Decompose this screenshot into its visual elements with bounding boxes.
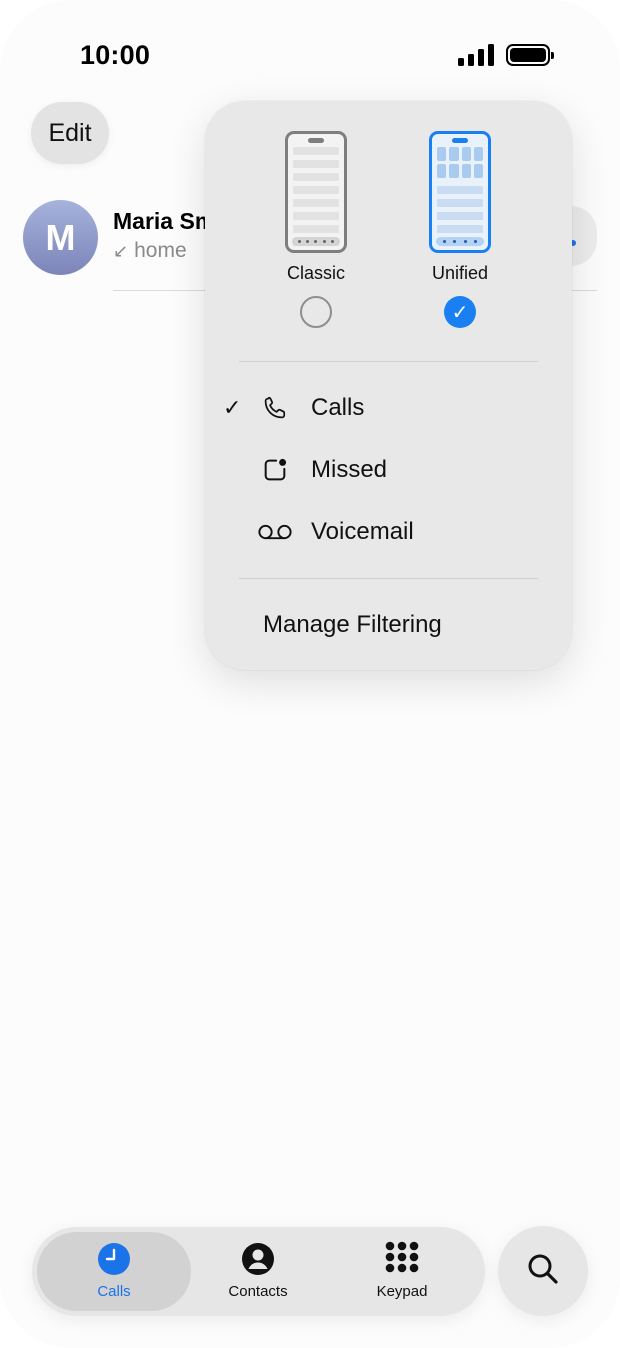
- tab-bar: Calls Contacts Keypad: [32, 1227, 485, 1316]
- tab-label-keypad: Keypad: [376, 1283, 428, 1300]
- clock-icon: [54, 1241, 174, 1277]
- battery-icon: [506, 44, 554, 66]
- menu-item-calls[interactable]: ✓ Calls: [205, 382, 572, 434]
- layout-label-classic: Classic: [286, 263, 345, 283]
- menu-label-voicemail: Voicemail: [311, 518, 414, 545]
- layout-option-classic[interactable]: Classic: [271, 131, 361, 328]
- radio-unified-checked[interactable]: ✓: [444, 296, 476, 328]
- menu-label-missed: Missed: [311, 456, 388, 483]
- menu-item-missed[interactable]: Missed: [205, 444, 572, 496]
- search-icon: [525, 1251, 561, 1292]
- menu-divider: [239, 578, 538, 579]
- filter-menu: Classic Unified ✓ ✓ Calls Missed Voicema…: [205, 101, 572, 670]
- status-icons: [458, 44, 554, 66]
- edit-button[interactable]: Edit: [31, 102, 109, 164]
- layout-option-unified[interactable]: Unified ✓: [415, 131, 505, 328]
- classic-layout-icon: [285, 131, 347, 253]
- menu-divider: [239, 361, 538, 362]
- missed-badge-icon: [257, 456, 293, 484]
- call-type: home: [134, 239, 187, 262]
- phone-screen: 10:00 Edit M Maria Smith ↙ home Classic: [0, 0, 620, 1348]
- menu-item-voicemail[interactable]: Voicemail: [205, 506, 572, 558]
- tab-label-calls: Calls: [97, 1283, 131, 1300]
- search-button[interactable]: [498, 1226, 588, 1316]
- phone-icon: [257, 395, 293, 421]
- person-icon: [198, 1241, 318, 1277]
- avatar[interactable]: M: [23, 200, 98, 275]
- signal-icon: [458, 44, 494, 66]
- call-subtitle: ↙ home: [113, 239, 187, 263]
- unified-layout-icon: [429, 131, 491, 253]
- manage-filtering-item[interactable]: Manage Filtering: [263, 611, 442, 639]
- tab-keypad[interactable]: Keypad: [342, 1241, 462, 1300]
- checkmark-icon: ✓: [223, 395, 242, 420]
- layout-label-unified: Unified: [431, 263, 489, 283]
- voicemail-icon: [257, 522, 293, 542]
- tab-label-contacts: Contacts: [228, 1283, 288, 1300]
- tab-calls[interactable]: Calls: [54, 1241, 174, 1300]
- menu-label-calls: Calls: [311, 394, 365, 421]
- status-time: 10:00: [80, 40, 151, 70]
- tab-contacts[interactable]: Contacts: [198, 1241, 318, 1300]
- radio-classic[interactable]: [300, 296, 332, 328]
- incoming-arrow-icon: ↙: [113, 240, 129, 261]
- keypad-icon: [342, 1241, 462, 1277]
